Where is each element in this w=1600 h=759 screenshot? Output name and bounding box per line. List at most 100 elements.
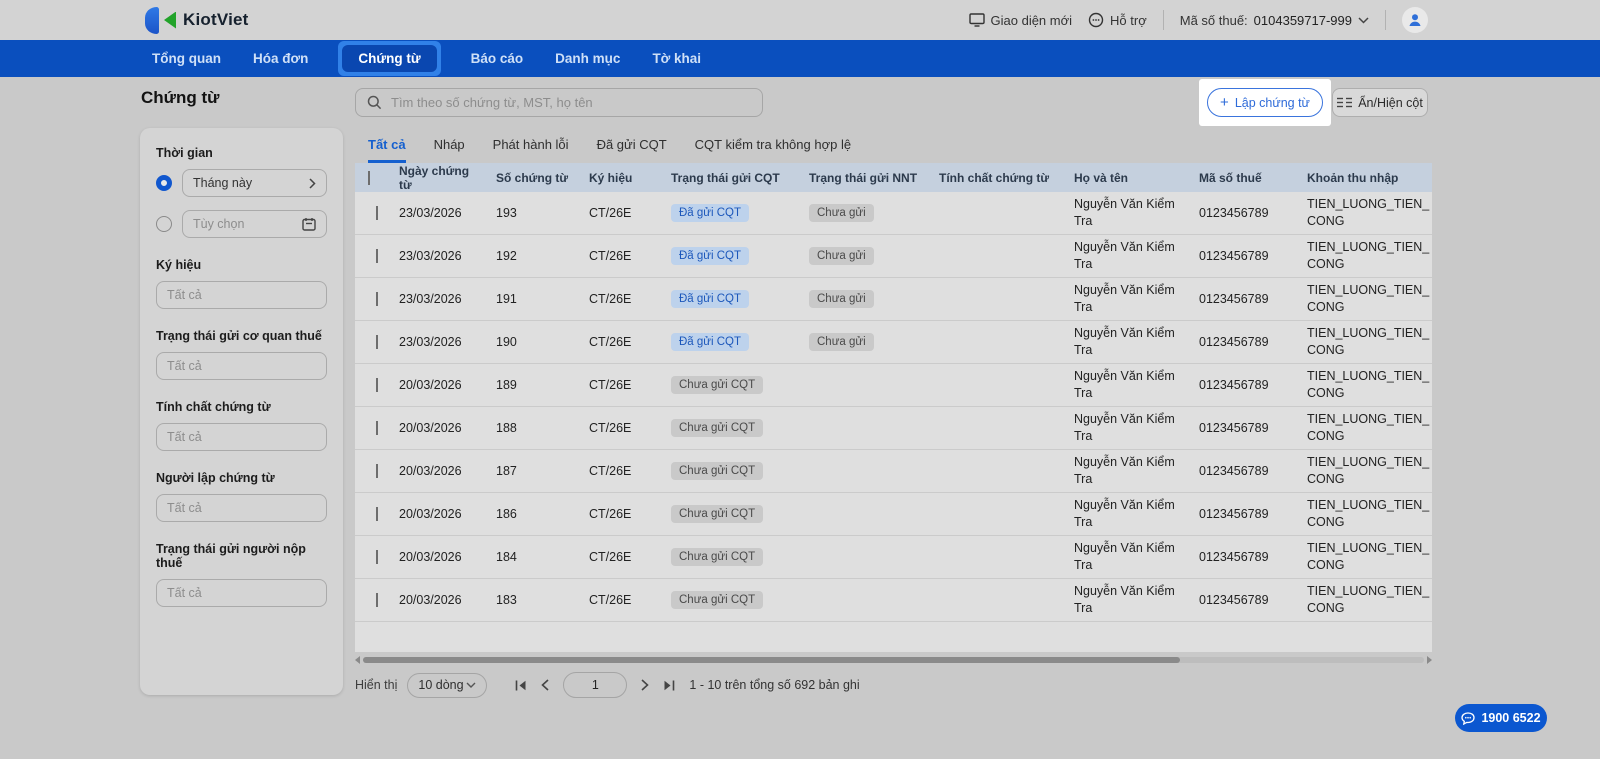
user-avatar[interactable] [1402,7,1428,33]
cqt-status-badge: Chưa gửi CQT [671,462,763,480]
radio-unselected[interactable] [156,216,172,232]
row-checkbox[interactable] [376,464,378,478]
chevron-right-icon [309,178,316,189]
page-size-select[interactable]: 10 dòng [407,673,487,698]
calendar-icon [302,217,316,231]
show-hide-columns-label: Ẩn/Hiện cột [1358,96,1423,110]
support-button[interactable]: Hỗ trợ [1088,12,1147,28]
hotline-chat-button[interactable]: 1900 6522 [1455,704,1547,732]
filter-select-1[interactable]: Tất cả [156,352,327,380]
nnt-status-badge: Chưa gửi [809,333,874,351]
page-number-input[interactable]: 1 [563,672,627,698]
next-page-button[interactable] [641,679,649,691]
filter-group-3: Người lập chứng từTất cả [156,471,327,522]
name-cell: Nguyễn Văn Kiểm Tra [1066,196,1191,230]
row-checkbox[interactable] [376,206,378,220]
symbol-cell: CT/26E [581,206,663,220]
symbol-cell: CT/26E [581,292,663,306]
nav-item-4[interactable]: Danh mục [553,45,622,72]
filter-select-0[interactable]: Tất cả [156,281,327,309]
tour-spotlight: + Lập chứng từ [1199,79,1331,126]
tax-code-cell: 0123456789 [1191,378,1299,392]
scroll-left-arrow-icon[interactable] [355,656,360,664]
nav-item-1[interactable]: Hóa đơn [251,45,310,72]
scrollbar-track[interactable] [363,657,1424,663]
doc-number-cell: 190 [488,335,581,349]
row-checkbox[interactable] [376,550,378,564]
new-interface-button[interactable]: Giao diện mới [969,13,1073,28]
tab-4[interactable]: CQT kiểm tra không hợp lệ [695,137,851,163]
row-checkbox[interactable] [376,421,378,435]
row-checkbox[interactable] [376,378,378,392]
name-cell: Nguyễn Văn Kiểm Tra [1066,497,1191,531]
chevron-left-icon [541,679,549,691]
doc-number-cell: 191 [488,292,581,306]
nav-item-2[interactable]: Chứng từ [342,45,436,72]
income-cell: TIEN_LUONG_TIEN_CONG [1299,454,1432,488]
cqt-status-cell: Chưa gửi CQT [663,419,801,437]
radio-selected[interactable] [156,175,172,191]
filter-label: Ký hiệu [156,258,327,272]
time-preset-value: Tháng này [193,176,252,190]
nav-item-5[interactable]: Tờ khai [650,45,703,72]
cqt-status-badge: Đã gửi CQT [671,247,749,265]
filter-select-3[interactable]: Tất cả [156,494,327,522]
row-checkbox[interactable] [376,593,378,607]
name-cell: Nguyễn Văn Kiểm Tra [1066,239,1191,273]
symbol-cell: CT/26E [581,593,663,607]
filter-label: Tính chất chứng từ [156,400,327,414]
create-document-button[interactable]: + Lập chứng từ [1207,88,1323,117]
prev-page-button[interactable] [541,679,549,691]
table-row: 23/03/2026190CT/26EĐã gửi CQTChưa gửiNgu… [355,321,1432,364]
filter-select-2[interactable]: Tất cả [156,423,327,451]
symbol-cell: CT/26E [581,507,663,521]
scrollbar-thumb[interactable] [363,657,1180,663]
horizontal-scrollbar[interactable] [355,655,1432,665]
symbol-cell: CT/26E [581,464,663,478]
nav-item-3[interactable]: Báo cáo [469,45,526,72]
row-checkbox[interactable] [376,335,378,349]
tax-code-cell: 0123456789 [1191,507,1299,521]
filter-placeholder: Tất cả [167,288,202,302]
checkbox-cell [355,206,391,220]
kiotviet-logo[interactable]: KiotViet [145,7,249,34]
select-all-checkbox[interactable] [368,171,370,185]
income-cell: TIEN_LUONG_TIEN_CONG [1299,497,1432,531]
scroll-right-arrow-icon[interactable] [1427,656,1432,664]
cqt-status-badge: Đã gửi CQT [671,333,749,351]
first-page-button[interactable] [515,680,527,691]
tax-code-cell: 0123456789 [1191,464,1299,478]
time-filter-label: Thời gian [156,146,327,160]
last-page-button[interactable] [663,680,675,691]
tax-code-selector[interactable]: Mã số thuế: 0104359717-999 [1180,13,1369,28]
nav-item-0[interactable]: Tổng quan [150,45,223,72]
tax-code-cell: 0123456789 [1191,206,1299,220]
table-row: 23/03/2026192CT/26EĐã gửi CQTChưa gửiNgu… [355,235,1432,278]
cqt-status-cell: Đã gửi CQT [663,247,801,265]
time-custom-select[interactable]: Tùy chọn [182,210,327,238]
tab-2[interactable]: Phát hành lỗi [493,137,569,163]
plus-icon: + [1220,95,1229,110]
pagination-bar: Hiển thị 10 dòng 1 1 - 10 trên tổng số 6… [355,671,1432,699]
table-row: 23/03/2026191CT/26EĐã gửi CQTChưa gửiNgu… [355,278,1432,321]
tab-1[interactable]: Nháp [434,137,465,163]
cqt-status-cell: Chưa gửi CQT [663,591,801,609]
filter-panel: Thời gian Tháng này Tùy chọn Ký hiệu Tất … [140,128,343,695]
tax-code-label: Mã số thuế: [1180,13,1248,28]
row-checkbox[interactable] [376,292,378,306]
tab-3[interactable]: Đã gửi CQT [597,137,667,163]
search-input[interactable]: Tìm theo số chứng từ, MST, họ tên [355,88,763,117]
filter-placeholder: Tất cả [167,430,202,444]
doc-number-cell: 188 [488,421,581,435]
row-checkbox[interactable] [376,507,378,521]
show-hide-columns-button[interactable]: Ẩn/Hiện cột [1332,88,1428,117]
time-preset-select[interactable]: Tháng này [182,169,327,197]
filter-select-4[interactable]: Tất cả [156,579,327,607]
date-cell: 20/03/2026 [391,507,488,521]
tax-code-cell: 0123456789 [1191,550,1299,564]
chevron-down-icon [466,682,476,688]
nnt-status-cell: Chưa gửi [801,290,931,308]
cqt-status-badge: Đã gửi CQT [671,290,749,308]
tab-0[interactable]: Tất cả [368,137,406,163]
row-checkbox[interactable] [376,249,378,263]
